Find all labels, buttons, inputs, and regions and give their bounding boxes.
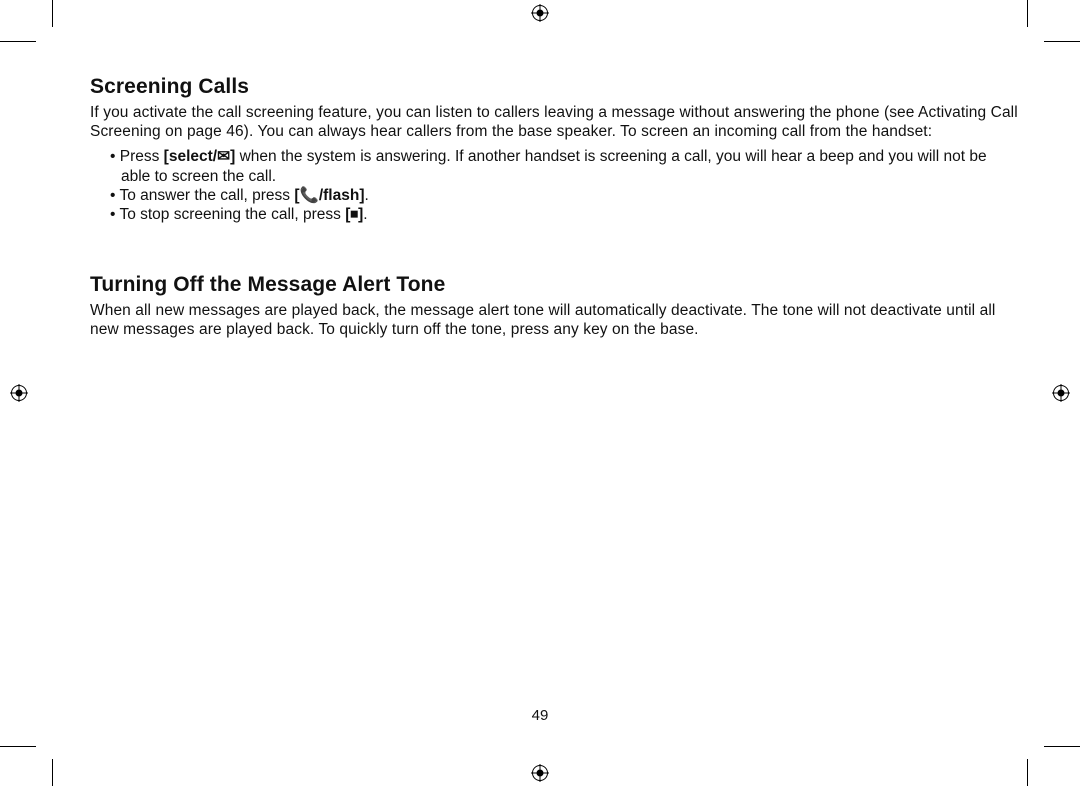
crop-mark-icon: [1027, 759, 1028, 786]
crop-mark-icon: [1044, 746, 1080, 747]
registration-mark-icon: [531, 4, 549, 22]
list-text: .: [364, 187, 368, 204]
crop-mark-icon: [52, 0, 53, 27]
end-icon: ⏹: [350, 206, 358, 223]
crop-mark-icon: [52, 759, 53, 786]
talk-icon: 📞: [300, 187, 319, 204]
page-content: Screening Calls If you activate the call…: [90, 75, 1020, 339]
section-heading-alert-tone: Turning Off the Message Alert Tone: [90, 273, 1020, 297]
list-text: Press: [120, 148, 164, 165]
key-label: [select/✉]: [164, 148, 236, 165]
crop-mark-icon: [1044, 41, 1080, 42]
crop-mark-icon: [0, 41, 36, 42]
list-text: when the system is answering. If another…: [121, 148, 987, 184]
list-item: To answer the call, press [📞/flash].: [110, 186, 1020, 205]
page-number: 49: [0, 707, 1080, 724]
list-text: To stop screening the call, press: [119, 206, 345, 223]
list-item: To stop screening the call, press [⏹].: [110, 205, 1020, 224]
key-label-text: select/: [169, 148, 217, 165]
registration-mark-icon: [10, 384, 28, 402]
list-item: Press [select/✉] when the system is answ…: [110, 147, 1020, 186]
crop-mark-icon: [1027, 0, 1028, 27]
crop-mark-icon: [0, 746, 36, 747]
list-text: .: [363, 206, 367, 223]
section-heading-screening-calls: Screening Calls: [90, 75, 1020, 99]
key-label: [⏹]: [345, 206, 363, 223]
alert-tone-body: When all new messages are played back, t…: [90, 301, 1020, 339]
key-label-text: /flash: [319, 187, 359, 204]
registration-mark-icon: [1052, 384, 1070, 402]
screening-calls-list: Press [select/✉] when the system is answ…: [90, 147, 1020, 225]
key-label: [📞/flash]: [294, 187, 364, 204]
envelope-icon: ✉: [217, 148, 230, 165]
screening-calls-intro: If you activate the call screening featu…: [90, 103, 1020, 141]
registration-mark-icon: [531, 764, 549, 782]
list-text: To answer the call, press: [119, 187, 294, 204]
